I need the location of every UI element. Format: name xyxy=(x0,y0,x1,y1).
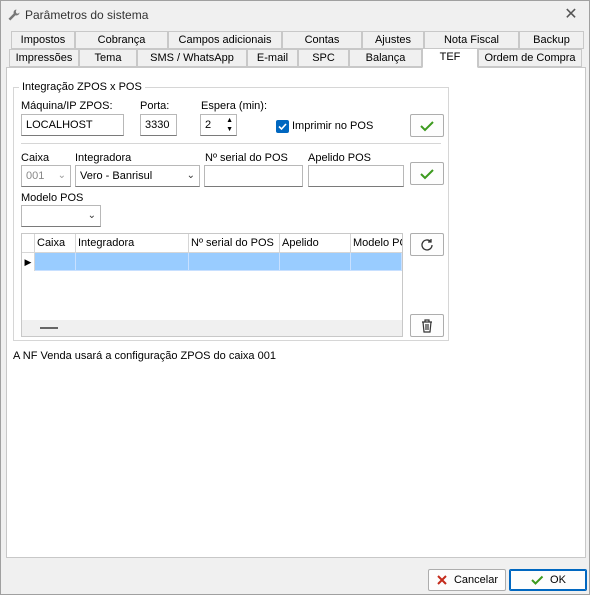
chevron-down-icon: ⌄ xyxy=(57,170,66,181)
caixa-label: Caixa xyxy=(21,152,50,164)
scroll-thumb[interactable] xyxy=(40,327,58,329)
apelido-input[interactable] xyxy=(308,165,404,187)
table-row[interactable]: ▶ xyxy=(22,253,402,271)
grid-scrollbar[interactable] xyxy=(22,320,402,336)
tab-balanca[interactable]: Balança xyxy=(349,49,422,67)
print-pos-checkbox[interactable] xyxy=(276,120,289,133)
wrench-icon xyxy=(7,8,21,22)
ok-button[interactable]: OK xyxy=(509,569,587,591)
port-label: Porta: xyxy=(140,100,170,112)
tab-tef[interactable]: TEF xyxy=(422,48,478,68)
port-input[interactable]: 3330 xyxy=(140,114,177,136)
caixa-select[interactable]: 001 ⌄ xyxy=(21,165,71,187)
chevron-down-icon: ⌄ xyxy=(186,170,195,181)
zpos-group-title: Integração ZPOS x POS xyxy=(19,81,145,93)
integradora-select[interactable]: Vero - Banrisul ⌄ xyxy=(75,165,200,187)
tab-backup[interactable]: Backup xyxy=(519,31,584,49)
spinner-arrows-icon[interactable]: ▲ ▼ xyxy=(226,116,233,134)
grid-col-header[interactable]: Nº serial do POS xyxy=(189,234,280,253)
ok-label: OK xyxy=(550,574,566,586)
caixa-value: 001 xyxy=(26,170,45,182)
cancel-label: Cancelar xyxy=(453,574,499,586)
check-icon xyxy=(531,575,544,585)
machine-input[interactable]: LOCALHOST xyxy=(21,114,124,136)
tab-contas[interactable]: Contas xyxy=(282,31,362,49)
divider xyxy=(21,143,441,144)
tab-impressoes[interactable]: Impressões xyxy=(9,49,79,67)
dialog-window: Parâmetros do sistema ✕ Impostos Cobranç… xyxy=(0,0,590,595)
tab-ajustes[interactable]: Ajustes xyxy=(362,31,424,49)
grid-indicator-header xyxy=(22,234,35,253)
grid-cell[interactable] xyxy=(351,253,402,271)
title-bar: Parâmetros do sistema ✕ xyxy=(1,1,589,29)
status-text: A NF Venda usará a configuração ZPOS do … xyxy=(13,350,276,362)
modelo-label: Modelo POS xyxy=(21,192,84,204)
apelido-label: Apelido POS xyxy=(308,152,371,164)
grid-cell[interactable] xyxy=(189,253,280,271)
refresh-icon xyxy=(421,238,433,251)
wait-label: Espera (min): xyxy=(201,100,268,112)
x-icon xyxy=(437,575,447,585)
wait-spinner[interactable]: 2 ▲ ▼ xyxy=(200,114,237,136)
pos-grid[interactable]: Caixa Integradora Nº serial do POS Apeli… xyxy=(21,233,403,337)
row-indicator-icon: ▶ xyxy=(22,253,35,271)
trash-icon xyxy=(422,318,432,333)
refresh-button[interactable] xyxy=(410,233,444,256)
check-icon xyxy=(420,120,434,131)
tab-sms-whatsapp[interactable]: SMS / WhatsApp xyxy=(137,49,247,67)
serial-input[interactable] xyxy=(204,165,303,187)
window-title: Parâmetros do sistema xyxy=(25,8,149,22)
tab-nota-fiscal[interactable]: Nota Fiscal xyxy=(424,31,519,49)
cancel-button[interactable]: Cancelar xyxy=(428,569,506,591)
chevron-down-icon: ⌄ xyxy=(87,210,96,221)
grid-col-header[interactable]: Modelo PO xyxy=(351,234,402,253)
close-icon[interactable]: ✕ xyxy=(561,5,581,25)
grid-col-header[interactable]: Apelido xyxy=(280,234,351,253)
integradora-value: Vero - Banrisul xyxy=(80,170,153,182)
grid-col-header[interactable]: Caixa xyxy=(35,234,76,253)
grid-cell[interactable] xyxy=(280,253,351,271)
tab-tema[interactable]: Tema xyxy=(79,49,137,67)
grid-cell[interactable] xyxy=(76,253,189,271)
grid-header: Caixa Integradora Nº serial do POS Apeli… xyxy=(22,234,402,253)
add-pos-button[interactable] xyxy=(410,162,444,185)
integradora-label: Integradora xyxy=(75,152,132,164)
machine-label: Máquina/IP ZPOS: xyxy=(21,100,113,112)
serial-label: Nº serial do POS xyxy=(205,152,288,164)
tab-email[interactable]: E-mail xyxy=(247,49,298,67)
grid-cell[interactable] xyxy=(35,253,76,271)
tab-spc[interactable]: SPC xyxy=(298,49,349,67)
check-icon xyxy=(420,168,434,179)
wait-value: 2 xyxy=(205,119,212,131)
tab-ordem-de-compra[interactable]: Ordem de Compra xyxy=(478,49,582,67)
print-pos-label: Imprimir no POS xyxy=(292,120,374,132)
grid-col-header[interactable]: Integradora xyxy=(76,234,189,253)
modelo-select[interactable]: ⌄ xyxy=(21,205,101,227)
tab-cobranca[interactable]: Cobrança xyxy=(75,31,168,49)
delete-button[interactable] xyxy=(410,314,444,337)
tab-campos-adicionais[interactable]: Campos adicionais xyxy=(168,31,282,49)
tab-impostos[interactable]: Impostos xyxy=(11,31,75,49)
confirm-zpos-button[interactable] xyxy=(410,114,444,137)
